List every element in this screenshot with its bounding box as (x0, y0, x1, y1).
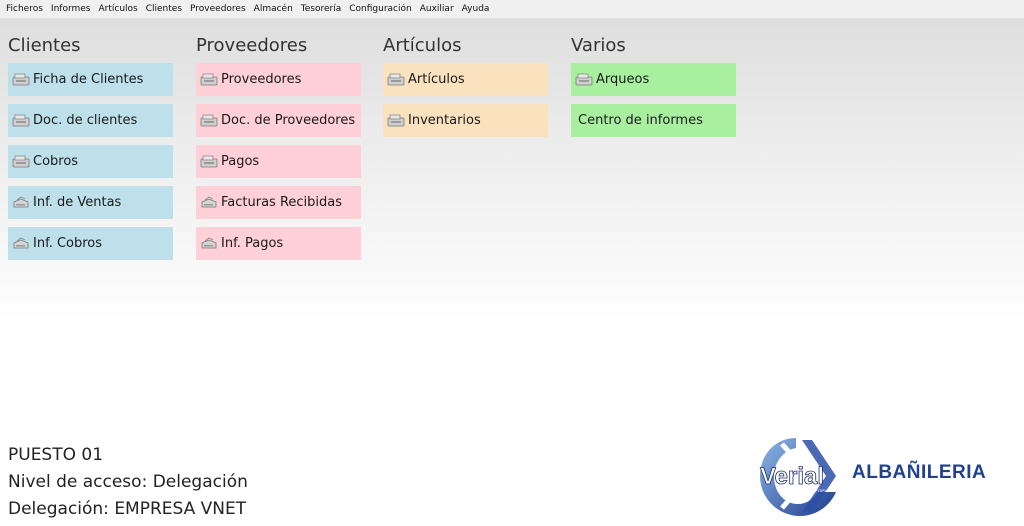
tile-label: Facturas Recibidas (221, 195, 343, 210)
tile-inf-pagos[interactable]: Inf. Pagos (196, 227, 361, 260)
delegation-label: Delegación: EMPRESA VNET (8, 499, 247, 519)
company-brand-text: ALBAÑILERIA (852, 462, 987, 483)
puesto-label: PUESTO 01 (8, 445, 104, 465)
tile-label: Doc. de Proveedores (221, 113, 356, 128)
tile-inf-cobros[interactable]: Inf. Cobros (8, 227, 173, 260)
access-level-label: Nivel de acceso: Delegación (8, 472, 248, 492)
verial-logo: Verial SOFTWARE ERP/TPV (752, 432, 842, 520)
tile-facturas-recibidas[interactable]: Facturas Recibidas (196, 186, 361, 219)
tile-proveedores[interactable]: Proveedores (196, 63, 361, 96)
tile-label: Cobros (33, 154, 79, 169)
group-articulos: Artículos Artículos Inventarios (383, 34, 553, 137)
cash-register-icon (199, 114, 219, 128)
tile-cobros[interactable]: Cobros (8, 145, 173, 178)
menu-articulos[interactable]: Artículos (95, 0, 142, 19)
menu-tesoreria[interactable]: Tesorería (297, 0, 345, 19)
tile-articulos[interactable]: Artículos (383, 63, 548, 96)
cash-register-icon (386, 114, 406, 128)
tile-label: Inventarios (408, 113, 481, 128)
tile-label: Inf. Pagos (221, 236, 284, 251)
printer-icon (199, 237, 219, 251)
tile-label: Centro de informes (578, 113, 703, 128)
tile-centro-informes[interactable]: Centro de informes (571, 104, 736, 137)
tile-label: Inf. de Ventas (33, 195, 122, 210)
tile-arqueos[interactable]: Arqueos (571, 63, 736, 96)
session-info: PUESTO 01 Nivel de acceso: Delegación De… (8, 443, 248, 524)
group-clientes: Clientes Ficha de Clientes Doc. de clien… (8, 34, 178, 260)
menu-configuracion[interactable]: Configuración (345, 0, 415, 19)
menu-informes[interactable]: Informes (47, 0, 95, 19)
cash-register-icon (199, 155, 219, 169)
cash-register-icon (11, 114, 31, 128)
tile-label: Inf. Cobros (33, 236, 103, 251)
menu-auxiliar[interactable]: Auxiliar (416, 0, 458, 19)
tile-label: Ficha de Clientes (33, 72, 144, 87)
cash-register-icon (11, 73, 31, 87)
tile-label: Artículos (408, 72, 465, 87)
group-title-clientes: Clientes (8, 35, 81, 56)
group-varios: Varios Arqueos Centro de informes (571, 34, 741, 137)
tile-pagos[interactable]: Pagos (196, 145, 361, 178)
menu-proveedores[interactable]: Proveedores (186, 0, 250, 19)
menu-almacen[interactable]: Almacén (250, 0, 297, 19)
menu-clientes[interactable]: Clientes (142, 0, 186, 19)
cash-register-icon (199, 73, 219, 87)
printer-icon (11, 196, 31, 210)
tile-inventarios[interactable]: Inventarios (383, 104, 548, 137)
tile-label: Doc. de clientes (33, 113, 138, 128)
menu-bar: Ficheros Informes Artículos Clientes Pro… (0, 0, 1024, 19)
tile-label: Pagos (221, 154, 260, 169)
tile-doc-proveedores[interactable]: Doc. de Proveedores (196, 104, 361, 137)
tile-inf-ventas[interactable]: Inf. de Ventas (8, 186, 173, 219)
tile-doc-clientes[interactable]: Doc. de clientes (8, 104, 173, 137)
group-title-varios: Varios (571, 35, 626, 56)
printer-icon (199, 196, 219, 210)
tile-ficha-clientes[interactable]: Ficha de Clientes (8, 63, 173, 96)
group-title-articulos: Artículos (383, 35, 462, 56)
logo-text: Verial (760, 463, 824, 490)
cash-register-icon (386, 73, 406, 87)
group-proveedores: Proveedores Proveedores Doc. de Proveedo… (196, 34, 366, 260)
menu-ficheros[interactable]: Ficheros (2, 0, 47, 19)
printer-icon (11, 237, 31, 251)
tile-label: Proveedores (221, 72, 302, 87)
cash-register-icon (574, 73, 594, 87)
menu-ayuda[interactable]: Ayuda (458, 0, 494, 19)
cash-register-icon (11, 155, 31, 169)
logo-tagline: SOFTWARE ERP/TPV (786, 488, 827, 493)
tile-label: Arqueos (596, 72, 650, 87)
group-title-proveedores: Proveedores (196, 35, 308, 56)
